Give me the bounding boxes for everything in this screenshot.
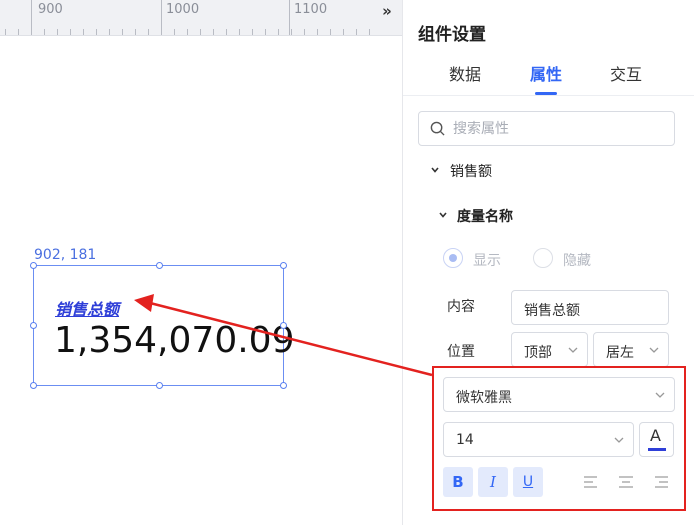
ruler-label: 900 [38, 2, 63, 17]
highlight-box [432, 366, 686, 511]
ruler-minor-tick [18, 29, 19, 35]
ruler-minor-tick [148, 29, 149, 35]
vertical-position-select[interactable]: 顶部 [511, 332, 588, 367]
resize-handle-top[interactable] [156, 262, 163, 269]
resize-handle-right[interactable] [280, 322, 287, 329]
content-input-value: 销售总额 [524, 303, 580, 319]
ruler-minor-tick [369, 29, 370, 35]
horizontal-position-value: 居左 [606, 345, 634, 361]
vertical-position-value: 顶部 [524, 345, 552, 361]
kpi-widget[interactable]: 销售总额 1,354,070.09 [33, 265, 294, 386]
settings-tabs: 数据 属性 交互 [403, 58, 694, 96]
ruler-minor-tick [109, 29, 110, 35]
tab-interaction[interactable]: 交互 [610, 61, 642, 85]
ruler-minor-tick [317, 29, 318, 35]
ruler-minor-tick [265, 29, 266, 35]
ruler-minor-tick [57, 29, 58, 35]
ruler-minor-tick [239, 29, 240, 35]
ruler-minor-tick [278, 29, 279, 35]
horizontal-position-select[interactable]: 居左 [593, 332, 669, 367]
ruler-minor-tick [226, 29, 227, 35]
subsection-header-measure-name[interactable]: 度量名称 [457, 206, 513, 226]
horizontal-ruler: 900 1000 1100 » [0, 0, 402, 36]
design-canvas[interactable]: 900 1000 1100 » 902, 181 销售总额 1,354,070.… [0, 0, 402, 525]
double-chevron-right-icon: » [382, 2, 392, 20]
ruler-minor-tick [161, 29, 162, 35]
content-label: 内容 [447, 299, 475, 315]
resize-handle-left[interactable] [30, 322, 37, 329]
ruler-minor-tick [356, 29, 357, 35]
radio-hide-label: 隐藏 [563, 253, 591, 269]
ruler-minor-tick [31, 29, 32, 35]
collapse-panel-button[interactable]: » [378, 2, 396, 20]
ruler-minor-tick [44, 29, 45, 35]
radio-show-label: 显示 [473, 253, 501, 269]
content-input[interactable]: 销售总额 [511, 290, 669, 325]
search-input[interactable] [453, 118, 663, 140]
ruler-minor-tick [291, 29, 292, 35]
resize-handle-top-right[interactable] [280, 262, 287, 269]
widget-value: 1,354,070.09 [54, 320, 295, 361]
ruler-minor-tick [343, 29, 344, 35]
property-search[interactable] [418, 111, 675, 146]
ruler-label: 1100 [294, 2, 328, 17]
section-header-sales[interactable]: 销售额 [450, 161, 492, 181]
ruler-label: 1000 [166, 2, 200, 17]
resize-handle-top-left[interactable] [30, 262, 37, 269]
radio-show[interactable] [443, 248, 463, 268]
resize-handle-bottom-right[interactable] [280, 382, 287, 389]
active-tab-indicator [535, 92, 557, 95]
ruler-major-tick [289, 0, 290, 35]
ruler-minor-tick [200, 29, 201, 35]
tab-properties[interactable]: 属性 [530, 61, 562, 85]
tab-data[interactable]: 数据 [449, 61, 481, 85]
ruler-minor-tick [70, 29, 71, 35]
widget-coordinates: 902, 181 [34, 247, 97, 263]
chevron-down-icon [568, 347, 578, 353]
resize-handle-bottom-left[interactable] [30, 382, 37, 389]
ruler-minor-tick [304, 29, 305, 35]
chevron-down-icon [649, 347, 659, 353]
ruler-minor-tick [252, 29, 253, 35]
ruler-minor-tick [187, 29, 188, 35]
ruler-minor-tick [330, 29, 331, 35]
ruler-minor-tick [213, 29, 214, 35]
chevron-down-icon[interactable] [438, 210, 448, 220]
ruler-minor-tick [174, 29, 175, 35]
panel-title: 组件设置 [418, 25, 486, 45]
ruler-minor-tick [83, 29, 84, 35]
chevron-down-icon[interactable] [430, 165, 440, 175]
ruler-minor-tick [96, 29, 97, 35]
ruler-minor-tick [135, 29, 136, 35]
widget-title[interactable]: 销售总额 [55, 296, 119, 320]
ruler-minor-tick [5, 29, 6, 35]
radio-hide[interactable] [533, 248, 553, 268]
search-icon [430, 121, 445, 136]
position-label: 位置 [447, 344, 475, 360]
resize-handle-bottom[interactable] [156, 382, 163, 389]
ruler-minor-tick [122, 29, 123, 35]
